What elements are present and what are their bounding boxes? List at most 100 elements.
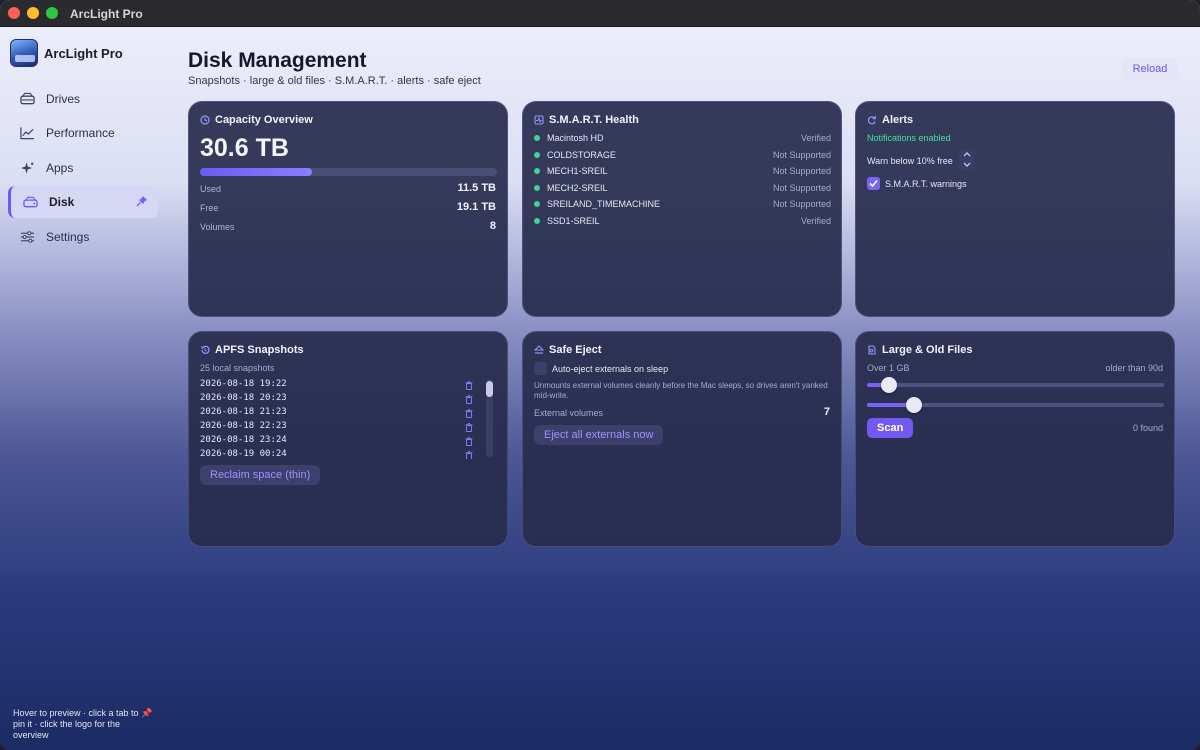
zoom-window-button[interactable] (46, 7, 58, 19)
trash-icon[interactable] (465, 381, 473, 390)
status-dot (534, 201, 540, 207)
smart-status: Not Supported (772, 199, 831, 209)
smart-warnings-label: S.M.A.R.T. warnings (885, 179, 967, 189)
external-volumes-label: External volumes (534, 408, 604, 418)
volumes-label: Volumes (200, 222, 235, 232)
size-slider[interactable] (867, 377, 1164, 393)
age-slider-knob[interactable] (906, 397, 923, 413)
trash-icon[interactable] (465, 423, 473, 432)
smart-row: Macintosh HD Verified (534, 132, 831, 146)
volume-name: MECH1-SREIL (547, 166, 608, 176)
capacity-card: Capacity Overview 30.6 TB Used 11.5 TB F… (188, 101, 508, 317)
app-window: ArcLight Pro ArcLight Pro Drives Perform… (0, 0, 1200, 750)
sidebar-item-label: Performance (46, 126, 115, 140)
card-title: Large & Old Files (882, 344, 973, 356)
pin-icon[interactable] (136, 195, 148, 207)
trash-icon[interactable] (465, 437, 473, 446)
reload-button[interactable]: Reload (1122, 58, 1178, 80)
sidebar-item-performance[interactable]: Performance (8, 117, 158, 149)
capacity-bar-fill (200, 168, 312, 176)
list-item: 2026-08-18 23:24 (200, 435, 485, 449)
notifications-status: Notifications enabled (867, 133, 951, 143)
list-item: 2026-08-18 20:23 (200, 393, 485, 407)
drive-icon (20, 92, 35, 105)
sidebar: ArcLight Pro Drives Performance Apps Dis… (0, 27, 170, 750)
volume-name: Macintosh HD (547, 133, 604, 143)
eject-icon (534, 345, 544, 354)
volume-name: SSD1-SREIL (547, 216, 600, 226)
trash-icon[interactable] (465, 395, 473, 404)
card-title: S.M.A.R.T. Health (549, 114, 639, 126)
age-threshold-label: older than 90d (1105, 363, 1163, 373)
size-slider-knob[interactable] (881, 377, 898, 393)
snapshot-count: 25 local snapshots (200, 363, 275, 373)
external-volumes-value: 7 (823, 406, 830, 418)
auto-eject-label: Auto-eject externals on sleep (552, 364, 669, 374)
smart-status: Verified (800, 216, 831, 226)
status-dot (534, 135, 540, 141)
auto-eject-checkbox[interactable] (534, 362, 547, 375)
status-dot (534, 168, 540, 174)
smart-status: Not Supported (772, 183, 831, 193)
sidebar-hint: Hover to preview · click a tab to 📌 pin … (13, 708, 153, 740)
close-window-button[interactable] (8, 7, 20, 19)
sidebar-item-label: Disk (49, 195, 75, 209)
sidebar-item-label: Apps (46, 161, 74, 175)
trash-icon[interactable] (465, 451, 473, 459)
trash-icon[interactable] (465, 409, 473, 418)
capacity-bar (200, 168, 497, 176)
volumes-value: 8 (489, 220, 496, 232)
smart-status: Not Supported (772, 166, 831, 176)
chevron-down-icon[interactable] (963, 161, 971, 168)
list-item: 2026-08-18 21:23 (200, 407, 485, 421)
brand-name: ArcLight Pro (44, 46, 123, 61)
title-bar: ArcLight Pro (0, 0, 1200, 27)
snapshot-date: 2026-08-19 00:24 (200, 449, 287, 459)
sidebar-item-label: Settings (46, 230, 90, 244)
smart-status: Not Supported (772, 150, 831, 160)
size-threshold-label: Over 1 GB (867, 363, 910, 373)
smart-warnings-checkbox[interactable] (867, 177, 880, 190)
snapshot-scrollbar-thumb[interactable] (486, 381, 493, 397)
snapshot-date: 2026-08-18 21:23 (200, 407, 287, 417)
age-slider[interactable] (867, 397, 1164, 413)
smart-health-card: S.M.A.R.T. Health Macintosh HD Verified … (522, 101, 842, 317)
reclaim-space-button[interactable]: Reclaim space (thin) (200, 465, 321, 485)
status-dot (534, 152, 540, 158)
eject-all-button[interactable]: Eject all externals now (534, 425, 664, 445)
sidebar-item-settings[interactable]: Settings (8, 221, 158, 253)
checkmark-icon (869, 179, 878, 188)
history-icon (200, 345, 210, 354)
smart-status: Verified (800, 133, 831, 143)
smart-row: COLDSTORAGE Not Supported (534, 149, 831, 163)
scan-button[interactable]: Scan (867, 418, 914, 438)
card-title: Safe Eject (549, 344, 602, 356)
sidebar-item-drives[interactable]: Drives (8, 83, 158, 115)
sliders-icon (20, 231, 35, 243)
snapshot-date: 2026-08-18 23:24 (200, 435, 287, 445)
snapshot-date: 2026-08-18 22:23 (200, 421, 287, 431)
sparkle-icon (20, 162, 34, 174)
sidebar-item-disk[interactable]: Disk (8, 186, 158, 218)
list-item: 2026-08-18 22:23 (200, 421, 485, 435)
total-capacity: 30.6 TB (200, 134, 289, 162)
sidebar-item-apps[interactable]: Apps (8, 152, 158, 184)
volume-name: COLDSTORAGE (547, 150, 616, 160)
warn-threshold-label: Warn below 10% free (867, 156, 953, 166)
page-subtitle: Snapshots · large & old files · S.M.A.R.… (188, 75, 481, 87)
status-dot (534, 185, 540, 191)
app-logo-icon[interactable] (10, 39, 38, 67)
volume-name: SREILAND_TIMEMACHINE (547, 199, 661, 209)
snapshots-card: APFS Snapshots 25 local snapshots 2026-0… (188, 331, 508, 547)
smart-row: SSD1-SREIL Verified (534, 215, 831, 229)
smart-row: SREILAND_TIMEMACHINE Not Supported (534, 198, 831, 212)
warn-threshold-stepper[interactable] (959, 149, 975, 171)
used-value: 11.5 TB (457, 182, 496, 194)
card-title: Alerts (882, 114, 914, 126)
card-title: APFS Snapshots (215, 344, 304, 356)
list-item: 2026-08-19 00:24 (200, 449, 485, 459)
snapshot-list[interactable]: 2026-08-18 19:22 2026-08-18 20:23 2026-0… (200, 379, 490, 459)
chevron-up-icon[interactable] (963, 151, 971, 158)
minimize-window-button[interactable] (27, 7, 39, 19)
smart-row: MECH2-SREIL Not Supported (534, 182, 831, 196)
